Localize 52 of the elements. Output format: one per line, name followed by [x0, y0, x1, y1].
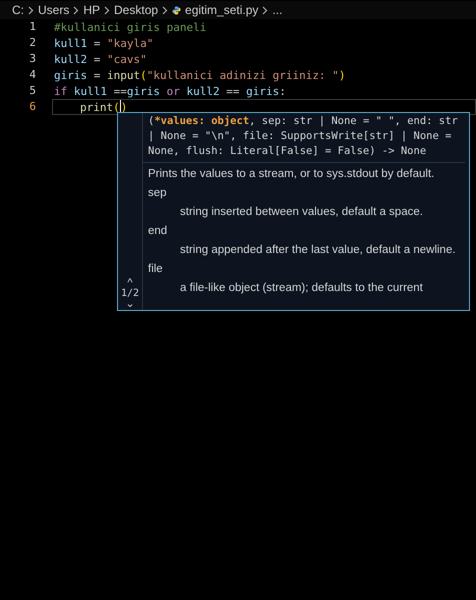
parameter-name: file	[148, 262, 164, 276]
code-token: "cavs"	[107, 52, 147, 66]
code-token: =	[92, 52, 102, 66]
chevron-icon	[28, 6, 34, 14]
chevron-icon	[262, 6, 268, 14]
code-token: input	[107, 68, 140, 82]
code-token: "kullanici adinizi griiniz: "	[146, 68, 339, 82]
code-token: kull2	[54, 52, 88, 66]
code-token: or	[166, 84, 180, 98]
doc-text: Prints the values to a stream, or to sys.stdout by default.	[148, 167, 436, 181]
doc-text: a file-like object (stream); defaults to the current	[179, 281, 424, 295]
code-token: #kullanici giris paneli	[54, 20, 206, 34]
doc-text: string inserted between values, default a space.	[179, 205, 424, 219]
code-token: )	[338, 68, 346, 82]
code-token: "kayla"	[107, 36, 154, 50]
line-number: 3	[28, 51, 37, 67]
line-number: 6	[28, 99, 37, 115]
previous-signature-button[interactable]: ^	[127, 278, 133, 288]
breadcrumb-item[interactable]: HP	[83, 1, 100, 19]
code-token: kull1	[54, 36, 88, 50]
line-number: 4	[28, 67, 37, 83]
chevron-icon	[73, 6, 80, 14]
breadcrumb-item[interactable]: Users	[38, 1, 70, 19]
code-token: =	[92, 68, 102, 82]
code-token: print	[80, 100, 114, 114]
python-file-icon	[172, 6, 182, 14]
line-number: 5	[28, 83, 37, 99]
code-token: kull1	[72, 84, 107, 98]
code-token: giris	[246, 84, 280, 98]
line-number: 2	[28, 35, 37, 51]
code-token: if	[54, 84, 68, 98]
code-token: ==	[225, 84, 240, 98]
code-token: kull2	[185, 84, 220, 98]
next-signature-button[interactable]: ⌄	[126, 300, 134, 308]
code-token: ==	[112, 84, 127, 98]
code-token: giris	[54, 68, 88, 82]
code-token: (	[140, 68, 147, 82]
doc-text: string appended after the last value, default a newline.	[179, 243, 457, 257]
code-token: :	[279, 84, 286, 98]
parameter-name: sep	[148, 186, 168, 200]
breadcrumb-file[interactable]: egitim_seti.py	[185, 1, 258, 19]
signature-counter: 1/2	[120, 288, 140, 300]
breadcrumb-item[interactable]: C:	[12, 1, 24, 19]
function-signature: (*values: object, sep: str | None = " ", end: str | None = "\n", file: SupportsWrite[str] | None = None, flush: Literal[False] = False) -> None	[143, 113, 465, 163]
breadcrumb-item[interactable]: Desktop	[114, 1, 158, 19]
parameter-name: end	[148, 224, 168, 238]
code-token: =	[92, 36, 102, 50]
chevron-icon	[104, 6, 110, 14]
chevron-icon	[162, 6, 168, 14]
code-token: giris	[126, 84, 160, 98]
breadcrumb-item[interactable]: ...	[272, 1, 282, 19]
line-number: 1	[28, 19, 37, 35]
